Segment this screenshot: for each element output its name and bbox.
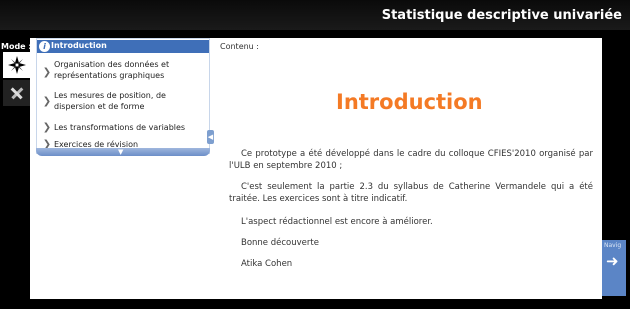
menu-bottom-handle[interactable]: ▼ (36, 148, 210, 156)
info-icon[interactable]: i (38, 40, 51, 53)
chapter-menu: Introduction ❯ Organisation des données … (36, 38, 210, 154)
compass-icon (7, 56, 26, 74)
top-bar: Statistique descriptive univariée (0, 0, 630, 30)
tools-mode-button[interactable] (3, 80, 30, 106)
mode-label: Mode : (1, 42, 32, 51)
content-paragraph: Atika Cohen (241, 259, 293, 269)
chevron-down-icon: ▼ (118, 148, 124, 156)
navigation-label: Navig (604, 242, 622, 249)
menu-item-label: Les transformations de variables (54, 123, 186, 132)
content-paragraph: C'est seulement la partie 2.3 du syllabu… (229, 182, 593, 204)
menu-item-mesures[interactable]: ❯ Les mesures de position, de dispersion… (37, 90, 209, 112)
content-paragraph: Bonne découverte (241, 238, 319, 248)
chevron-right-icon: ❯ (42, 67, 52, 78)
menu-item-organisation[interactable]: ❯ Organisation des données et représenta… (37, 59, 209, 81)
content-label: Contenu : (220, 42, 259, 51)
content-heading: Introduction (336, 90, 483, 114)
menu-item-label: Les mesures de position, de dispersion e… (54, 91, 166, 111)
compass-mode-button[interactable] (3, 52, 30, 78)
chevron-right-icon: ❯ (42, 122, 52, 133)
chevron-right-icon: ❯ (42, 96, 52, 107)
app-title: Statistique descriptive univariée (381, 8, 622, 23)
tools-icon (10, 87, 23, 100)
collapse-menu-tab[interactable]: ◀ (207, 130, 214, 144)
content-paragraph: L'aspect rédactionnel est encore à améli… (241, 217, 433, 227)
arrow-right-icon: ➜ (606, 252, 619, 270)
menu-item-label: Organisation des données et représentati… (54, 60, 170, 80)
content-paragraph: Ce prototype a été développé dans le cad… (229, 149, 593, 171)
menu-item-transformations[interactable]: ❯ Les transformations de variables (37, 122, 209, 133)
navigation-button[interactable]: Navig ➜ (602, 240, 626, 296)
menu-item-introduction[interactable]: Introduction (37, 40, 209, 53)
